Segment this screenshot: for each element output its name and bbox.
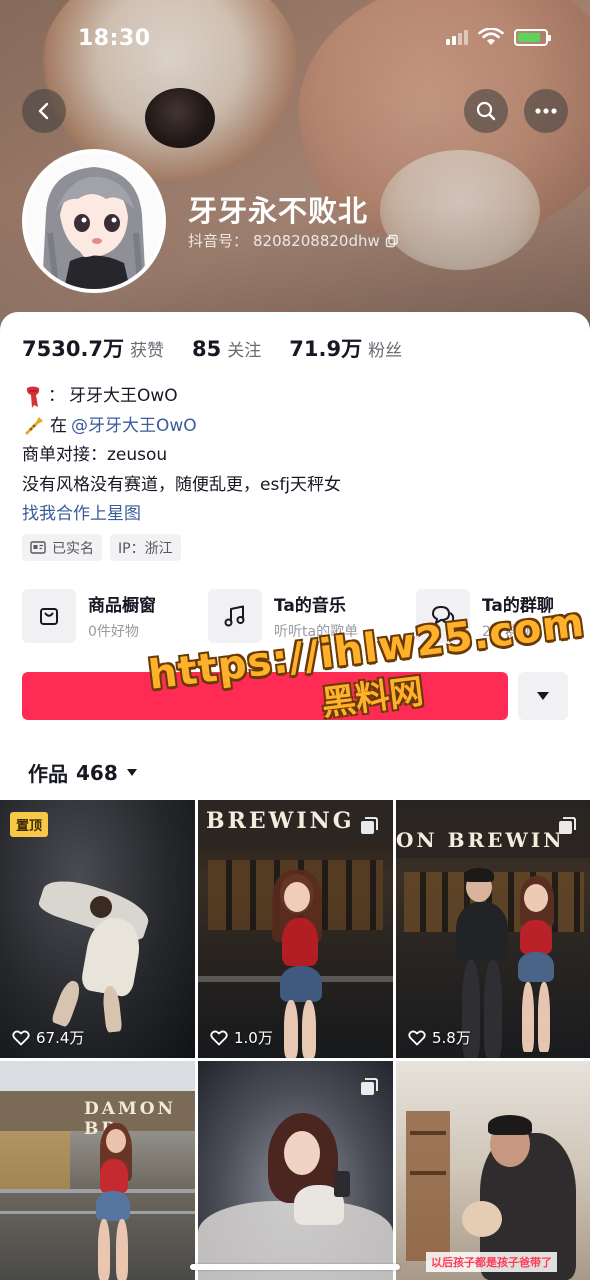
user-id-value: 8208208820dhw	[253, 231, 380, 250]
video-likes: 5.8万	[408, 1027, 471, 1048]
back-button[interactable]	[22, 89, 66, 133]
bio-line-3: 商单对接：zeusou	[22, 445, 168, 465]
video-thumbnail[interactable]	[198, 1061, 393, 1280]
feature-title: Ta的音乐	[274, 596, 346, 616]
stat-value: 71.9万	[289, 337, 363, 361]
stat-label: 获赞	[130, 341, 165, 361]
bio-mention-link[interactable]: @牙牙大王OwO	[71, 412, 197, 442]
feature-title: Ta的群聊	[482, 596, 554, 616]
user-id[interactable]: 抖音号： 8208208820dhw	[188, 230, 399, 251]
stat-value: 85	[192, 337, 222, 361]
stat-label: 关注	[227, 341, 262, 361]
caret-down-icon	[537, 692, 549, 700]
chat-bubble-icon	[432, 606, 455, 625]
tab-works-label: 作品	[28, 762, 68, 786]
video-likes: 1.0万	[210, 1027, 273, 1048]
feature-music[interactable]: Ta的音乐 听听ta的歌单	[208, 589, 358, 643]
follow-button[interactable]	[22, 672, 508, 720]
scarf-emoji-icon	[26, 386, 40, 408]
feature-subtitle: 2个群聊	[482, 624, 533, 640]
heart-icon	[408, 1030, 426, 1045]
feature-shop-window[interactable]: 商品橱窗 0件好物	[22, 589, 156, 643]
stat-value: 7530.7万	[22, 337, 125, 361]
anime-avatar-image	[26, 153, 162, 289]
ip-location-label: IP：浙江	[118, 540, 173, 557]
profile-stats: 7530.7万 获赞 85 关注 71.9万 粉丝	[22, 333, 402, 363]
bio-line-2-prefix: 在	[50, 415, 67, 436]
id-card-icon	[30, 541, 46, 554]
feature-title: 商品橱窗	[88, 596, 156, 616]
brewing-sign: ON BREWIN	[396, 828, 565, 852]
damon-sign: DAMON BR	[84, 1099, 177, 1139]
music-note-icon	[224, 605, 245, 627]
trumpet-emoji-icon	[25, 417, 43, 436]
video-thumbnail[interactable]: 置顶 67.4万	[0, 800, 195, 1058]
ip-location-tag: IP：浙江	[110, 534, 181, 561]
tab-works-count: 468	[76, 760, 118, 785]
video-likes: 67.4万	[12, 1027, 84, 1048]
more-button[interactable]	[524, 89, 568, 133]
video-thumbnail[interactable]: DAMON BR	[0, 1061, 195, 1280]
video-grid: 置顶 67.4万 BREWING 1.0万 ON BREWIN 5.8万 DAM…	[0, 800, 590, 1280]
battery-icon	[514, 28, 551, 46]
heart-icon	[12, 1030, 30, 1045]
search-button[interactable]	[464, 89, 508, 133]
video-likes-count: 1.0万	[234, 1029, 273, 1047]
stat-following[interactable]: 85 关注	[192, 336, 261, 361]
shopping-bag-icon	[40, 608, 58, 625]
video-likes-count: 67.4万	[36, 1029, 85, 1047]
feature-group-chat[interactable]: Ta的群聊 2个群聊	[416, 589, 554, 643]
feature-row: 商品橱窗 0件好物 Ta的音乐 听听ta的歌单 Ta的群聊 2个群聊	[22, 589, 570, 645]
avatar[interactable]	[22, 149, 166, 293]
feature-subtitle: 听听ta的歌单	[274, 624, 359, 640]
multi-image-icon	[559, 817, 576, 834]
display-name: 牙牙永不败北	[188, 194, 369, 228]
multi-image-icon	[361, 817, 378, 834]
feature-subtitle: 0件好物	[88, 624, 139, 640]
copy-icon[interactable]	[385, 234, 399, 248]
caret-down-icon	[126, 769, 137, 776]
home-indicator[interactable]	[190, 1264, 400, 1270]
cellular-signal-icon	[446, 29, 468, 45]
verified-tag-label: 已实名	[52, 540, 94, 557]
bio-line-1-prefix: ：	[48, 386, 65, 406]
profile-bio: ：牙牙大王OwO 在 @牙牙大王OwO 商单对接：zeusou 没有风格没有赛道，…	[22, 382, 341, 530]
user-id-label: 抖音号：	[188, 232, 249, 250]
tab-works[interactable]: 作品 468	[28, 758, 138, 787]
profile-tags: 已实名 IP：浙江	[22, 534, 181, 561]
video-thumbnail[interactable]: BREWING 1.0万	[198, 800, 393, 1058]
bio-line-1: 牙牙大王OwO	[69, 386, 178, 406]
recommend-dropdown-button[interactable]	[518, 672, 568, 720]
video-thumbnail[interactable]: 以后孩子都是孩子爸带了	[396, 1061, 590, 1280]
bio-line-4: 没有风格没有赛道，随便乱更，esfj天秤女	[22, 474, 342, 495]
stat-followers[interactable]: 71.9万 粉丝	[289, 333, 402, 363]
collaboration-link[interactable]: 找我合作上星图	[22, 500, 341, 530]
stat-likes[interactable]: 7530.7万 获赞	[22, 333, 164, 363]
search-icon	[476, 101, 496, 121]
video-thumbnail[interactable]: ON BREWIN 5.8万	[396, 800, 590, 1058]
status-icons	[446, 28, 551, 46]
brewing-sign: BREWING	[206, 808, 355, 834]
verified-tag: 已实名	[22, 534, 102, 561]
status-time: 18:30	[78, 26, 151, 51]
multi-image-icon	[361, 1078, 378, 1095]
video-caption: 以后孩子都是孩子爸带了	[426, 1252, 557, 1272]
heart-icon	[210, 1030, 228, 1045]
pinned-badge: 置顶	[10, 812, 49, 837]
video-likes-count: 5.8万	[432, 1029, 471, 1047]
wifi-icon	[478, 28, 504, 45]
chevron-left-icon	[38, 102, 49, 120]
stat-label: 粉丝	[368, 341, 403, 361]
more-dots-icon	[535, 108, 557, 114]
